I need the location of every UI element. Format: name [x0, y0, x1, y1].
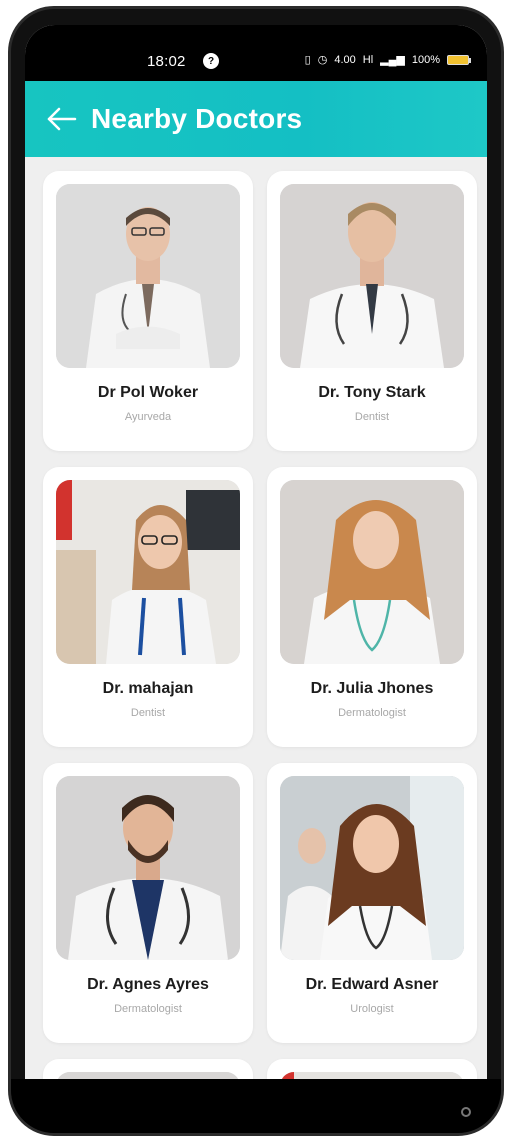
signal-bars-icon: ▂▄▆: [380, 54, 405, 66]
doctor-specialty: Dentist: [130, 707, 166, 719]
doctor-card[interactable]: Dr. Edward Asner Urologist: [267, 763, 477, 1043]
doctor-specialty: Dermatologist: [114, 1003, 182, 1015]
vibrate-icon: ▯: [304, 54, 311, 66]
doctor-name: Dr. Edward Asner: [305, 976, 439, 993]
doctor-card[interactable]: Dr Pol Woker Ayurveda: [43, 171, 253, 451]
signal-text: Hl: [362, 53, 374, 66]
doctor-specialty: Ayurveda: [124, 411, 172, 423]
doctor-photo: [56, 184, 240, 368]
phone-frame: 18:02 ? ▯ ◷ 4.00 Hl ▂▄▆ 100% Nearby Doct…: [8, 6, 504, 1136]
doctor-card[interactable]: Dr. mahajan Dentist: [43, 467, 253, 747]
network-speed: 4.00: [334, 53, 356, 66]
doctor-name: Dr. Tony Stark: [318, 384, 426, 401]
doctor-photo: [280, 184, 464, 368]
doctor-grid: Dr Pol Woker Ayurveda Dr. Tony Stark Den…: [43, 171, 477, 1095]
status-bar: 18:02 ? ▯ ◷ 4.00 Hl ▂▄▆ 100%: [25, 25, 487, 81]
doctor-name: Dr. mahajan: [102, 680, 194, 697]
home-indicator-icon[interactable]: [461, 1107, 471, 1117]
doctor-photo: [56, 480, 240, 664]
doctor-card[interactable]: Dr. Julia Jhones Dermatologist: [267, 467, 477, 747]
doctor-card[interactable]: Dr. Agnes Ayres Dermatologist: [43, 763, 253, 1043]
notification-badge-icon: ?: [203, 53, 219, 69]
doctor-photo: [280, 776, 464, 960]
status-icons: ▯ ◷ 4.00 Hl ▂▄▆ 100%: [304, 53, 471, 66]
doctor-photo: [280, 480, 464, 664]
status-time: 18:02: [147, 53, 186, 70]
navigation-bar: [11, 1079, 501, 1133]
doctor-specialty: Dermatologist: [338, 707, 406, 719]
back-button[interactable]: [45, 102, 79, 136]
arrow-left-icon: [47, 107, 77, 131]
doctor-specialty: Urologist: [350, 1003, 394, 1015]
doctor-specialty: Dentist: [354, 411, 390, 423]
app-bar: Nearby Doctors: [25, 81, 487, 157]
battery-percent: 100%: [411, 53, 440, 66]
screen: 18:02 ? ▯ ◷ 4.00 Hl ▂▄▆ 100% Nearby Doct…: [25, 25, 487, 1095]
doctor-photo: [56, 776, 240, 960]
doctor-name: Dr. Julia Jhones: [310, 680, 434, 697]
doctor-name: Dr. Agnes Ayres: [87, 976, 209, 993]
page-title: Nearby Doctors: [91, 103, 303, 134]
doctor-name: Dr Pol Woker: [97, 384, 199, 401]
doctor-card[interactable]: Dr. Tony Stark Dentist: [267, 171, 477, 451]
battery-icon: [447, 54, 471, 65]
alarm-icon: ◷: [317, 54, 328, 66]
